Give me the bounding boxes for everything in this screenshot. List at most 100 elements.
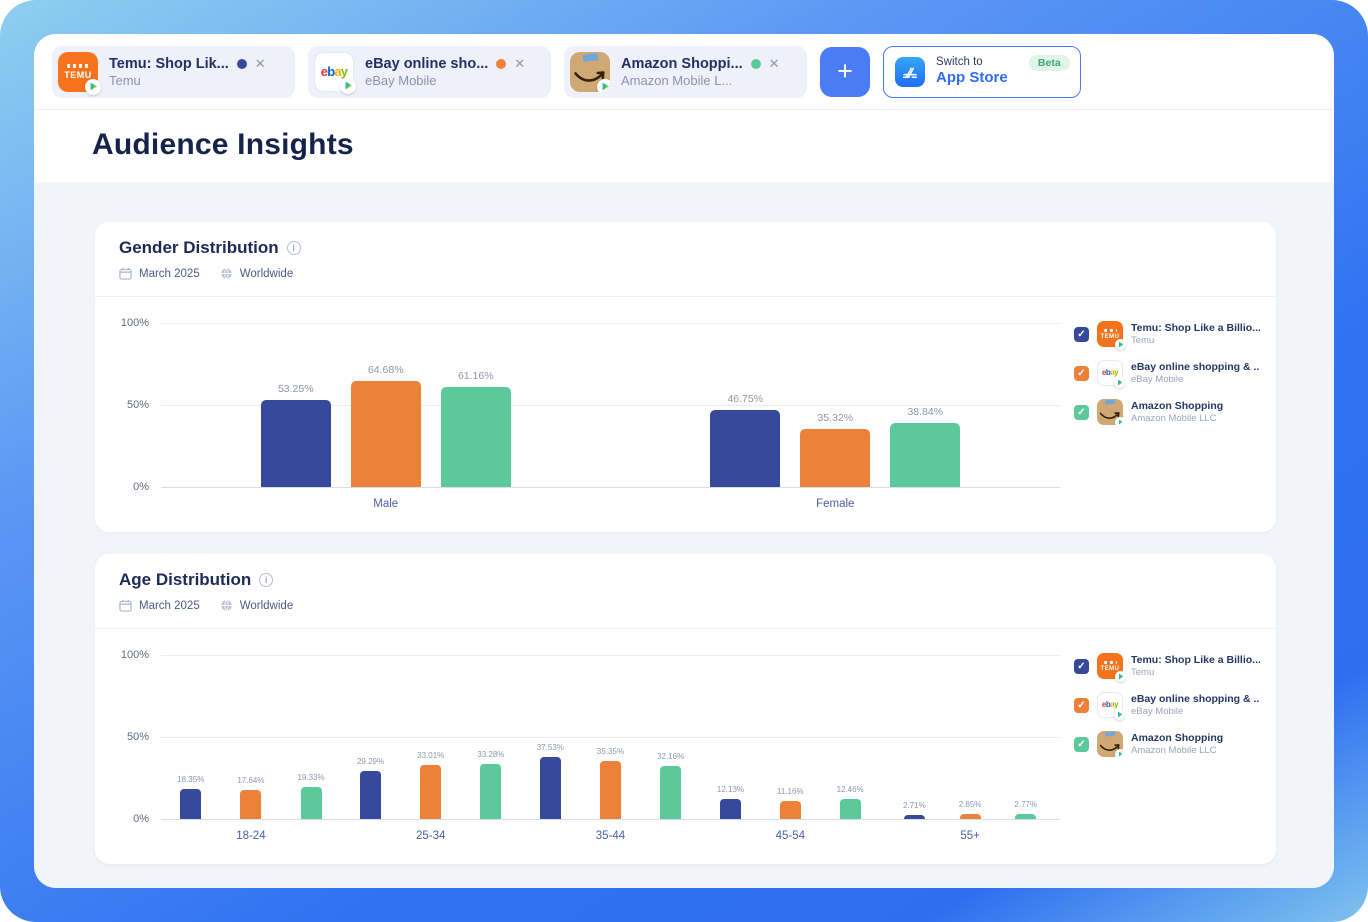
tab-app-publisher: eBay Mobile (365, 73, 541, 88)
bar-column: 53.25% (261, 323, 331, 487)
legend-item-temu[interactable]: ✓ TEMU Temu: Shop Like a Billio...Temu (1074, 321, 1260, 347)
bar (660, 766, 681, 819)
amazon-app-icon (1097, 731, 1123, 757)
bar (840, 799, 861, 819)
gender-distribution-card: Gender Distribution i March 2025 Worldwi… (95, 222, 1276, 532)
bar (261, 400, 331, 487)
app-tab-amazon[interactable]: Amazon Shoppi... ✕ Amazon Mobile L... (564, 46, 807, 98)
bar (1015, 814, 1036, 819)
y-axis: 100%50%0% (115, 655, 161, 819)
bar (540, 757, 561, 819)
series-checkbox[interactable]: ✓ (1074, 737, 1089, 752)
legend-item-amazon[interactable]: ✓Amazon ShoppingAmazon Mobile LLC (1074, 731, 1260, 757)
bar-value-label: 38.84% (907, 406, 943, 418)
y-axis: 100%50%0% (115, 323, 161, 487)
legend-texts: eBay online shopping & ...eBay Mobile (1131, 361, 1260, 386)
calendar-icon (119, 267, 132, 280)
ebay-app-icon: ebay (314, 52, 354, 92)
amazon-tape-detail (582, 53, 598, 62)
legend-texts: Temu: Shop Like a Billio...Temu (1131, 322, 1260, 347)
app-tab-ebay[interactable]: ebay eBay online sho... ✕ eBay Mobile (308, 46, 551, 98)
decorative-gradient-frame: TEMU Temu: Shop Lik... ✕ Temu ebay (0, 0, 1368, 922)
globe-icon (220, 599, 233, 612)
bar-group: 2.71% 2.85% 2.77% (880, 655, 1060, 819)
series-checkbox[interactable]: ✓ (1074, 698, 1089, 713)
bar-value-label: 2.77% (1014, 800, 1037, 809)
bar-value-label: 11.16% (777, 787, 804, 796)
info-icon[interactable]: i (287, 241, 301, 255)
play-triangle-icon (1118, 712, 1123, 718)
bar-column: 64.68% (351, 323, 421, 487)
calendar-icon (119, 599, 132, 612)
bar-column: 2.85% (959, 655, 982, 819)
series-color-dot (237, 59, 247, 69)
card-title: Gender Distribution (119, 238, 279, 258)
legend-app-publisher: Amazon Mobile LLC (1131, 745, 1223, 757)
bar-value-label: 17.64% (237, 776, 264, 785)
switch-to-app-store-button[interactable]: Switch to App Store Beta (883, 46, 1081, 98)
chart-legend: ✓ TEMU Temu: Shop Like a Billio...Temu ✓eba… (1060, 321, 1260, 510)
bar-value-label: 2.85% (959, 800, 982, 809)
tab-app-title: Temu: Shop Lik... (109, 56, 229, 72)
bar-column: 2.71% (903, 655, 926, 819)
legend-item-ebay[interactable]: ✓ebayeBay online shopping & ...eBay Mobi… (1074, 692, 1260, 718)
x-category-label: 25-34 (341, 830, 521, 842)
bar (720, 799, 741, 819)
legend-item-ebay[interactable]: ✓ebayeBay online shopping & ...eBay Mobi… (1074, 360, 1260, 386)
info-icon[interactable]: i (259, 573, 273, 587)
series-checkbox[interactable]: ✓ (1074, 659, 1089, 674)
legend-app-title: eBay online shopping & ... (1131, 361, 1260, 374)
bar-value-label: 64.68% (368, 364, 404, 376)
bar-value-label: 2.71% (903, 801, 926, 810)
bar (351, 381, 421, 487)
x-category-label: 55+ (880, 830, 1060, 842)
bar-column: 61.16% (441, 323, 511, 487)
legend-texts: Temu: Shop Like a Billio...Temu (1131, 654, 1260, 679)
series-checkbox[interactable]: ✓ (1074, 405, 1089, 420)
ebay-letter: y (341, 65, 347, 78)
age-chart: 100%50%0% 18.35%17.64%19.33%29.29%33.01%… (95, 629, 1276, 864)
tab-app-publisher: Temu (109, 73, 285, 88)
google-play-badge-icon (1115, 417, 1123, 425)
app-tab-temu[interactable]: TEMU Temu: Shop Lik... ✕ Temu (52, 46, 295, 98)
gender-chart: 100%50%0% 53.25% 64.68% 61.16% 46.75%35.32%… (95, 297, 1276, 532)
close-icon[interactable]: ✕ (255, 57, 266, 70)
bar (420, 765, 441, 819)
series-checkbox[interactable]: ✓ (1074, 366, 1089, 381)
bar-column: 33.28% (477, 655, 504, 819)
y-tick-label: 0% (133, 813, 149, 825)
bar-value-label: 18.35% (177, 775, 204, 784)
app-comparison-tabs-bar: TEMU Temu: Shop Lik... ✕ Temu ebay (34, 34, 1334, 110)
y-tick-label: 100% (121, 649, 149, 661)
legend-texts: Amazon ShoppingAmazon Mobile LLC (1131, 400, 1223, 425)
play-triangle-icon (1119, 674, 1124, 680)
series-checkbox[interactable]: ✓ (1074, 327, 1089, 342)
bar (180, 789, 201, 819)
bar-value-label: 12.46% (837, 785, 864, 794)
legend-item-amazon[interactable]: ✓ Amazon ShoppingAmazon Mobile LLC (1074, 399, 1260, 425)
series-color-dot (751, 59, 761, 69)
series-color-dot (496, 59, 506, 69)
plot-area: 53.25% 64.68% 61.16% 46.75%35.32%38.84% (161, 323, 1060, 487)
add-app-button[interactable]: + (820, 47, 870, 97)
play-triangle-icon (90, 83, 97, 91)
beta-badge: Beta (1029, 55, 1070, 71)
bar-value-label: 32.16% (657, 752, 684, 761)
x-category-label: 35-44 (521, 830, 701, 842)
legend-item-temu[interactable]: ✓TEMUTemu: Shop Like a Billio...Temu (1074, 653, 1260, 679)
app-store-icon (895, 57, 925, 87)
close-icon[interactable]: ✕ (769, 57, 780, 70)
card-title: Age Distribution (119, 570, 251, 590)
legend-app-publisher: Temu (1131, 335, 1260, 347)
legend-app-title: Temu: Shop Like a Billio... (1131, 654, 1260, 667)
temu-app-icon: TEMU (1097, 321, 1123, 347)
x-category-label: 45-54 (700, 830, 880, 842)
bar-column: 19.33% (297, 655, 324, 819)
age-distribution-card: Age Distribution i March 2025 Worldwide (95, 554, 1276, 864)
play-triangle-icon (1119, 342, 1124, 348)
close-icon[interactable]: ✕ (514, 57, 525, 70)
ebay-app-icon: ebay (1097, 692, 1123, 718)
amazon-app-icon (570, 52, 610, 92)
bar-group: 46.75%35.32%38.84% (611, 323, 1061, 487)
play-triangle-icon (345, 82, 352, 90)
